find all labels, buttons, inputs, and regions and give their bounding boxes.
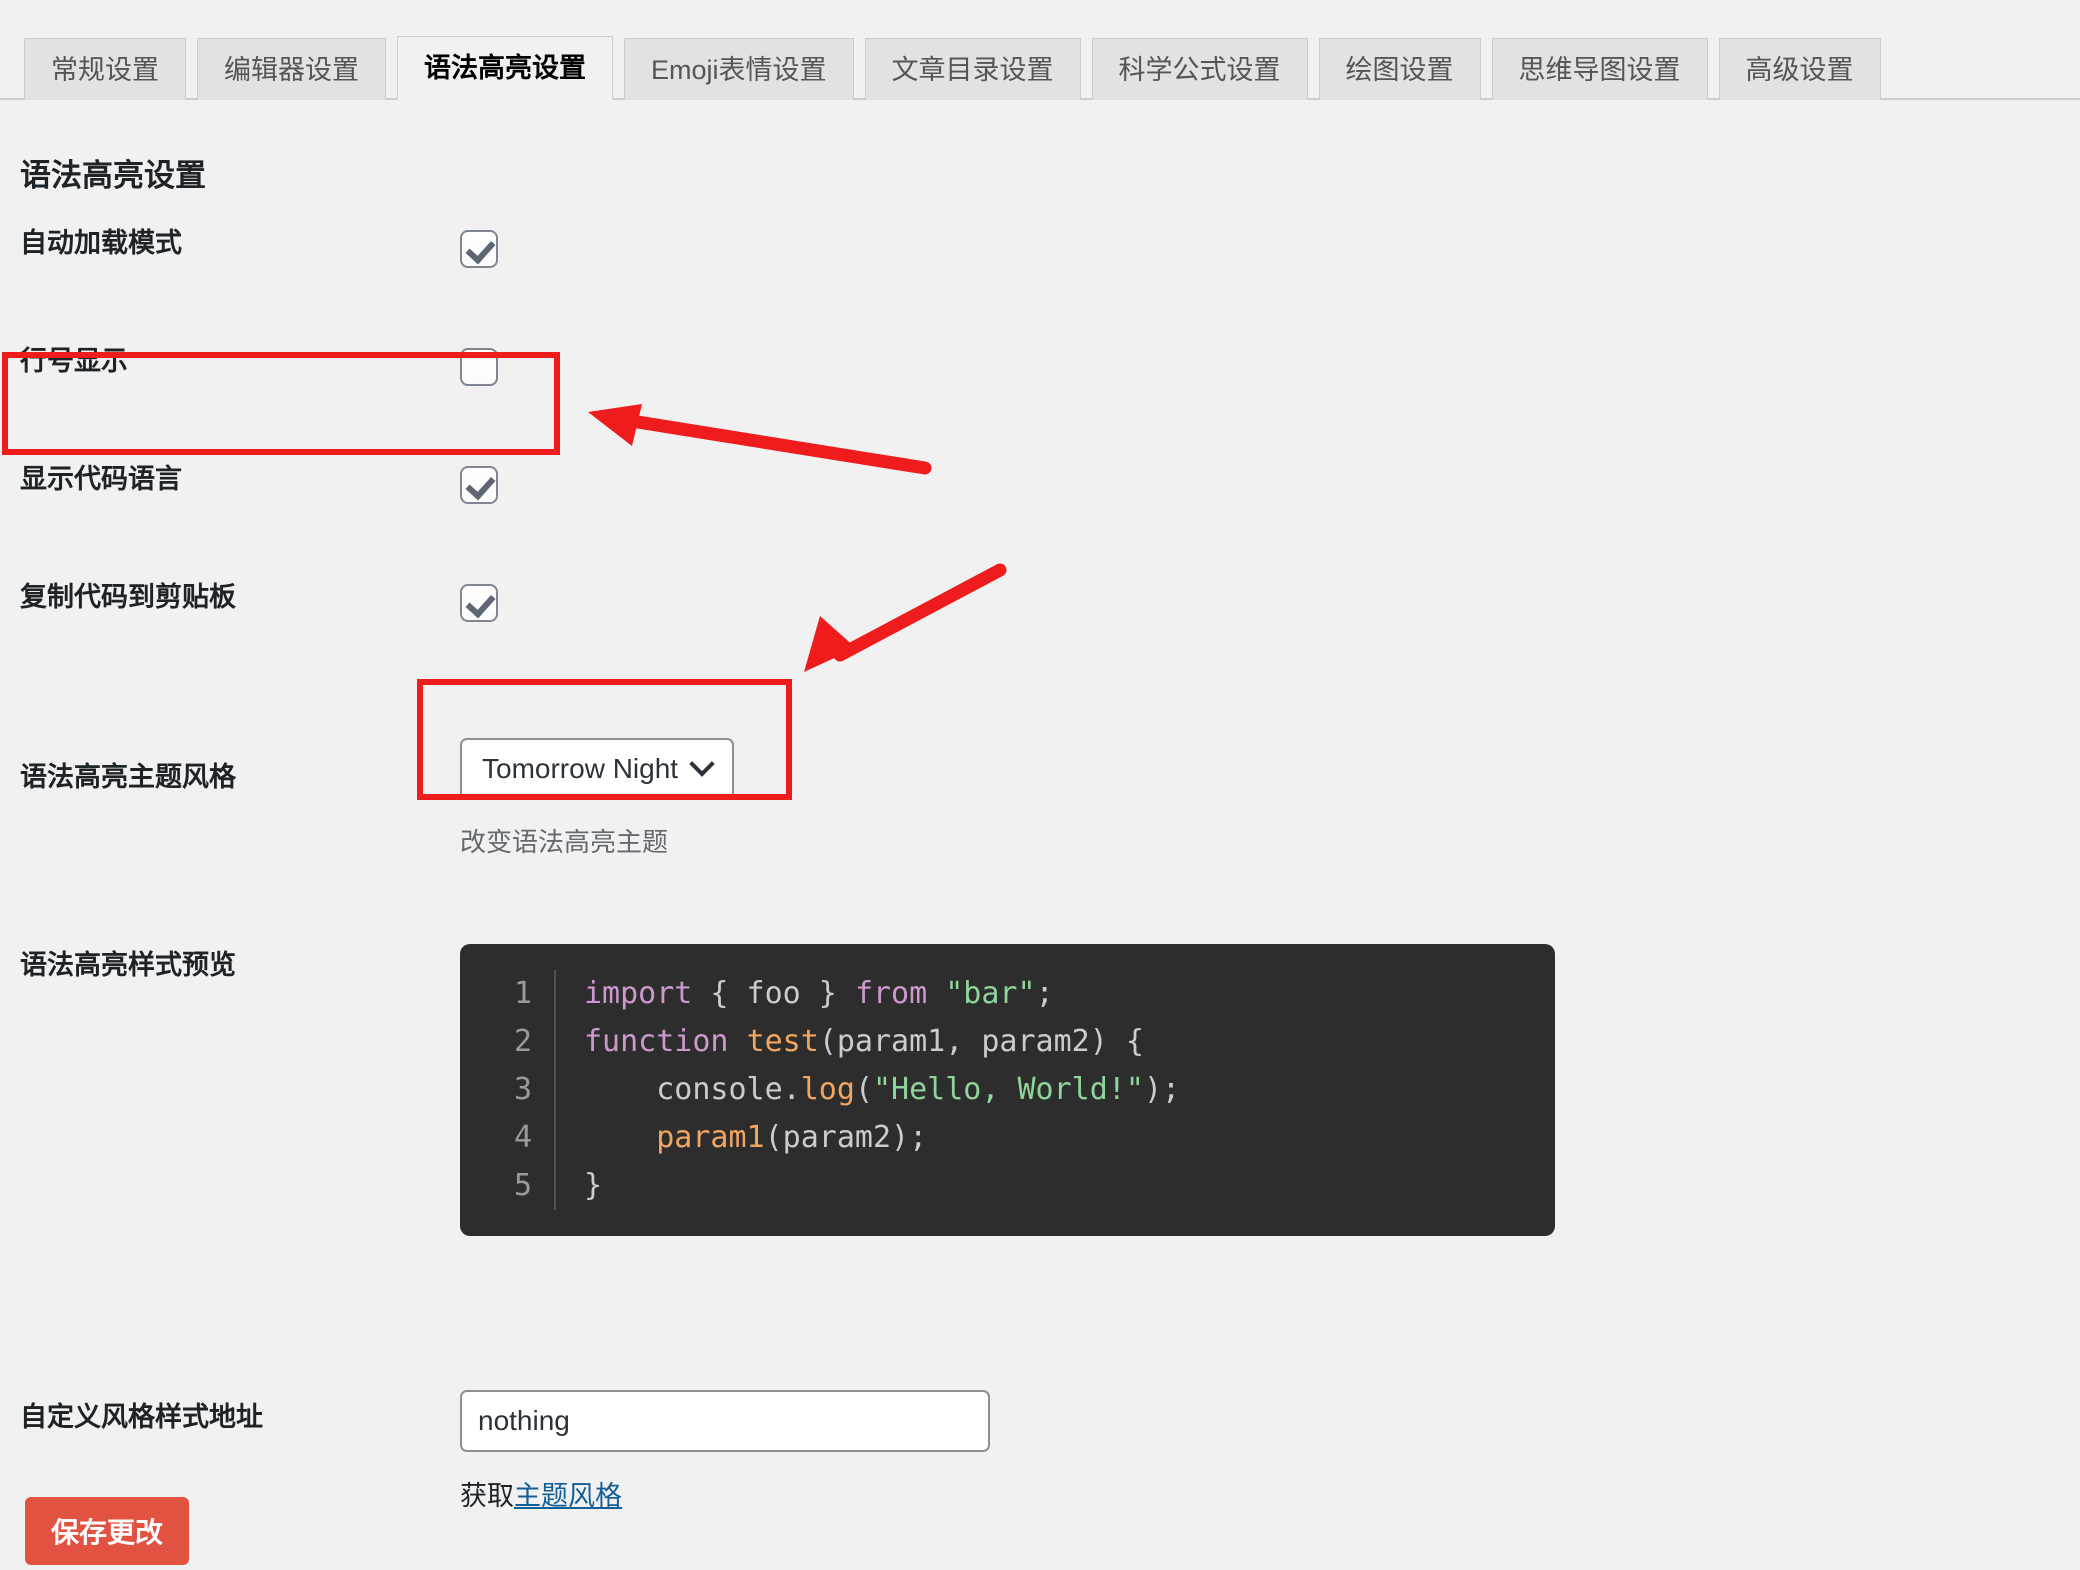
label-customcss: 自定义风格样式地址: [20, 1402, 263, 1432]
tab-5[interactable]: 科学公式设置: [1091, 38, 1308, 100]
code-line: 1 import { foo } from "bar";: [460, 970, 1555, 1018]
code-token: from: [854, 976, 928, 1011]
label-theme: 语法高亮主题风格: [20, 762, 236, 792]
save-changes-button[interactable]: 保存更改: [25, 1497, 190, 1565]
label-preview: 语法高亮样式预览: [20, 950, 236, 980]
row-copyclipboard: 复制代码到剪贴板: [0, 584, 2080, 702]
theme-select[interactable]: Tomorrow Night: [460, 738, 735, 800]
checkbox-showlang[interactable]: [460, 466, 498, 504]
tab-3[interactable]: Emoji表情设置: [624, 38, 854, 100]
code-line-number: 1: [460, 970, 556, 1018]
code-line-number: 2: [460, 1018, 556, 1066]
label-copyclipboard: 复制代码到剪贴板: [20, 582, 236, 612]
code-token: log: [800, 1072, 855, 1107]
field-customcss: 获取主题风格: [460, 1390, 2080, 1513]
code-line-number: 4: [460, 1114, 556, 1162]
row-autoload: 自动加载模式: [0, 230, 2080, 348]
row-customcss: 自定义风格样式地址 获取主题风格: [0, 1344, 2080, 1570]
theme-style-link[interactable]: 主题风格: [514, 1481, 622, 1511]
field-preview: 1 import { foo } from "bar"; 2 function tes…: [460, 944, 2080, 1236]
code-line-number: 3: [460, 1066, 556, 1114]
link-prefix-text: 获取: [460, 1481, 514, 1511]
theme-select-value: Tomorrow Night: [482, 753, 679, 784]
code-token: "bar": [945, 976, 1036, 1011]
code-token: ;: [1035, 976, 1054, 1011]
tab-2[interactable]: 语法高亮设置: [397, 36, 613, 100]
code-token: import: [584, 976, 693, 1011]
settings-form: 自动加载模式 行号显示 显示代码语言 复制代码到剪贴板 语法高亮主题风格 Tom…: [0, 230, 2080, 1570]
label-autoload: 自动加载模式: [20, 228, 182, 258]
code-line-content: import { foo } from "bar";: [556, 970, 1054, 1018]
code-token: test: [746, 1024, 819, 1059]
tab-7[interactable]: 思维导图设置: [1491, 38, 1708, 100]
field-copyclipboard: [460, 584, 2080, 622]
row-linenumber: 行号显示: [0, 348, 2080, 466]
row-theme: 语法高亮主题风格 Tomorrow Night 改变语法高亮主题: [0, 702, 2080, 928]
code-line: 3 console.log("Hello, World!");: [460, 1066, 1555, 1114]
customcss-input[interactable]: [460, 1390, 990, 1452]
code-line-number: 5: [460, 1162, 556, 1210]
chevron-down-icon: [692, 755, 712, 775]
page-title: 语法高亮设置: [20, 158, 206, 193]
label-showlang: 显示代码语言: [20, 464, 182, 494]
tab-1[interactable]: 编辑器设置: [197, 38, 386, 100]
code-line: 5}: [460, 1162, 1555, 1210]
checkbox-copyclipboard[interactable]: [460, 584, 498, 622]
code-token: (param2);: [764, 1120, 928, 1155]
code-token: (param1, param2) {: [818, 1024, 1144, 1059]
code-line-content: function test(param1, param2) {: [556, 1018, 1144, 1066]
code-line: 2 function test(param1, param2) {: [460, 1018, 1555, 1066]
code-line: 4 param1(param2);: [460, 1114, 1555, 1162]
theme-style-link-line: 获取主题风格: [460, 1474, 2080, 1513]
field-linenumber: [460, 348, 2080, 386]
code-preview: 1 import { foo } from "bar"; 2 function tes…: [460, 944, 1555, 1236]
tab-4[interactable]: 文章目录设置: [864, 38, 1081, 100]
code-line-content: }: [556, 1162, 602, 1210]
code-token: "Hello, World!": [873, 1072, 1144, 1107]
code-token: { foo }: [692, 976, 855, 1011]
code-token: param1: [656, 1120, 765, 1155]
field-showlang: [460, 466, 2080, 504]
row-showlang: 显示代码语言: [0, 466, 2080, 584]
checkbox-linenumber[interactable]: [460, 348, 498, 386]
code-token: function: [584, 1024, 729, 1059]
field-autoload: [460, 230, 2080, 268]
checkbox-autoload[interactable]: [460, 230, 498, 268]
code-token: console.: [584, 1072, 801, 1107]
code-line-content: param1(param2);: [556, 1114, 927, 1162]
tab-6[interactable]: 绘图设置: [1318, 38, 1481, 100]
row-preview: 语法高亮样式预览 1 import { foo } from "bar"; 2 fun…: [0, 928, 2080, 1344]
field-theme: Tomorrow Night 改变语法高亮主题: [460, 738, 2080, 859]
code-token: );: [1143, 1072, 1181, 1107]
label-linenumber: 行号显示: [20, 346, 128, 376]
tab-0[interactable]: 常规设置: [24, 38, 186, 100]
code-token: (: [854, 1072, 873, 1107]
theme-hint: 改变语法高亮主题: [460, 827, 669, 857]
tab-8[interactable]: 高级设置: [1718, 38, 1881, 100]
settings-tab-bar: 常规设置 编辑器设置 语法高亮设置 Emoji表情设置 文章目录设置 科学公式设置 绘图设置…: [0, 0, 2080, 100]
code-token: }: [584, 1168, 603, 1203]
code-line-content: console.log("Hello, World!");: [556, 1066, 1180, 1114]
